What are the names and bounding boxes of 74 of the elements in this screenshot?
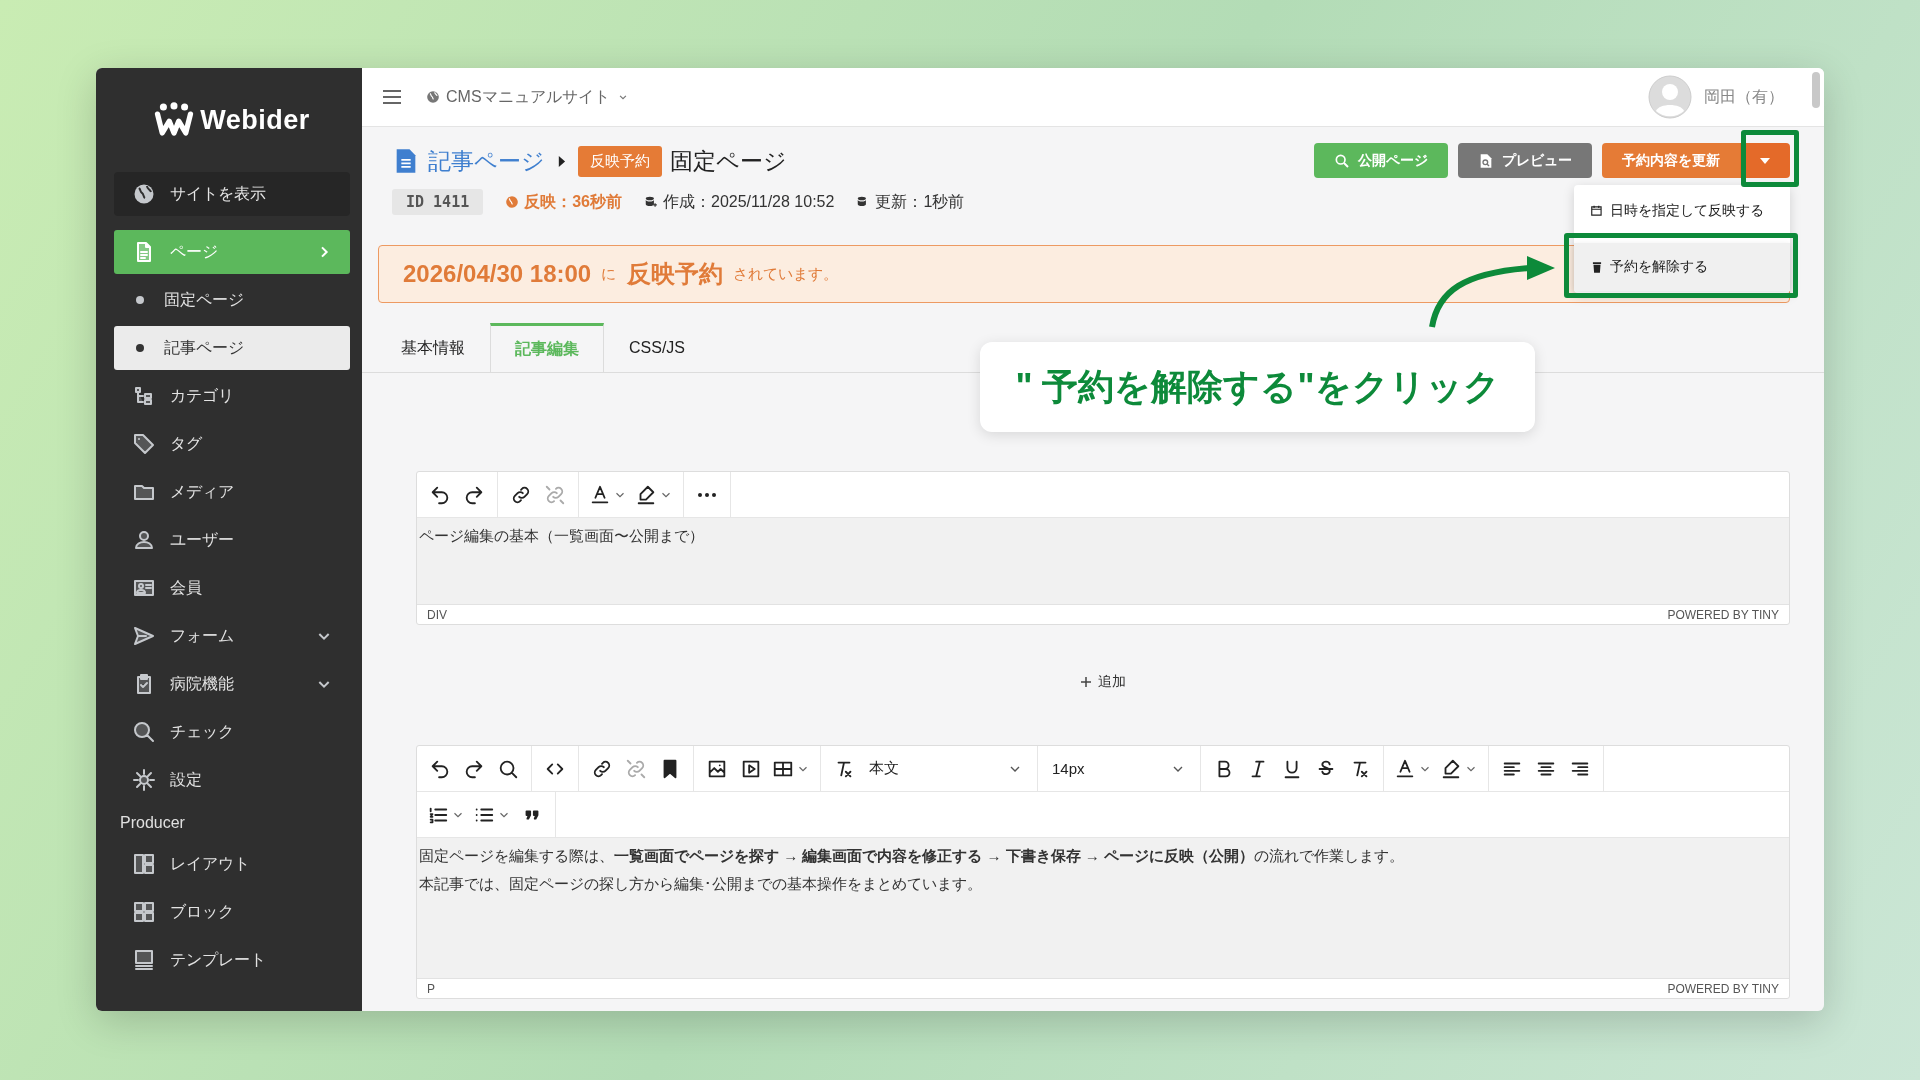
powered-by-label: POWERED BY TINY (1667, 607, 1779, 622)
add-button[interactable]: 追加 (1074, 672, 1132, 692)
preview-button[interactable]: プレビュー (1458, 143, 1592, 178)
powered-by-label: POWERED BY TINY (1667, 981, 1779, 996)
document-search-icon (1478, 152, 1494, 169)
logo-text: Webider (200, 104, 310, 136)
database-icon (644, 195, 658, 209)
sidebar-item[interactable]: カテゴリ (114, 374, 350, 418)
paragraph: ページ編集の基本（一覧画面〜公開まで） (419, 526, 705, 546)
breadcrumb-link[interactable]: 記事ページ (428, 145, 545, 177)
more-icon (698, 492, 716, 497)
globe-icon (132, 182, 156, 206)
site-selector[interactable]: CMSマニュアルサイト (426, 86, 630, 108)
element-path: P (427, 981, 435, 996)
text-color-icon (589, 483, 611, 506)
caret-down-icon (1760, 157, 1770, 164)
format-dropdown[interactable]: 14px (1044, 751, 1194, 786)
sidebar-item[interactable]: ブロック (114, 890, 350, 934)
plus-icon (1080, 676, 1092, 688)
globe-icon (505, 195, 520, 209)
search-icon (132, 720, 156, 744)
instruction-callout: " 予約を解除する"をクリック (980, 342, 1535, 432)
monitor-icon (132, 948, 156, 972)
user-name[interactable]: 岡田（有） (1704, 86, 1784, 108)
highlight-frame (1741, 130, 1799, 187)
sidebar-item[interactable]: 病院機能 (114, 662, 350, 706)
user-icon (132, 528, 156, 552)
page-title: 固定ページ (670, 146, 787, 176)
dropdown-toggle[interactable] (1740, 143, 1790, 178)
updated-time: 更新：1秒前 (875, 191, 965, 212)
text-color-icon (1394, 757, 1416, 780)
section-heading: Producer (119, 813, 186, 833)
scrollbar[interactable] (1812, 72, 1820, 108)
search-icon (1334, 152, 1350, 169)
tab[interactable]: 基本情報 (376, 323, 490, 372)
layout-icon (132, 852, 156, 876)
sidebar-item[interactable]: 設定 (114, 758, 350, 802)
sidebar-subitem[interactable]: 記事ページ (114, 326, 350, 370)
format-dropdown[interactable]: 本文 (861, 751, 1031, 786)
bullet-icon (136, 296, 144, 304)
status-badge: 反映予約 (578, 145, 662, 177)
highlighter-icon (635, 483, 657, 506)
trash-icon (1590, 260, 1604, 274)
reflected-time: 反映：36秒前 (524, 191, 622, 212)
view-site-link[interactable]: サイトを表示 (114, 172, 350, 216)
send-icon (132, 624, 156, 648)
caret-right-icon (557, 154, 566, 168)
created-date: 作成：2025/11/28 10:52 (663, 191, 835, 212)
tab[interactable]: CSS/JS (604, 323, 710, 372)
menu-item[interactable]: 予約を解除する (1574, 243, 1790, 291)
blocks-icon (132, 900, 156, 924)
sidebar-item[interactable]: 会員 (114, 566, 350, 610)
calendar-clock-icon (1590, 204, 1604, 218)
sidebar-item[interactable]: テンプレート (114, 938, 350, 982)
bullet-icon (136, 344, 144, 352)
sidebar-subitem[interactable]: 固定ページ (114, 278, 350, 322)
tag-icon (132, 432, 156, 456)
unlink-icon (544, 483, 566, 506)
globe-icon (426, 90, 440, 104)
sidebar-item[interactable]: チェック (114, 710, 350, 754)
sidebar-item[interactable]: メディア (114, 470, 350, 514)
menu-item[interactable]: 日時を指定して反映する (1574, 187, 1790, 235)
logo-icon (154, 102, 195, 138)
paragraph: 固定ページを編集する際は、一覧画面でページを探す → 編集画面で内容を修正する → 下書き保存 → ページに反映（公開）の流れで作業します。 (419, 846, 1406, 866)
settings-icon (132, 768, 156, 792)
highlighter-icon (1440, 757, 1462, 780)
sidebar-item[interactable]: レイアウト (114, 842, 350, 886)
id-label: ID 1411 (392, 189, 484, 215)
unlink-icon (625, 757, 647, 780)
element-path: DIV (427, 607, 447, 622)
sidebar-item[interactable]: フォーム (114, 614, 350, 658)
sidebar-item[interactable]: タグ (114, 422, 350, 466)
paragraph: 本記事では、固定ページの探し方から編集･公開までの基本操作をまとめています。 (419, 874, 983, 894)
sidebar-item[interactable]: ユーザー (114, 518, 350, 562)
